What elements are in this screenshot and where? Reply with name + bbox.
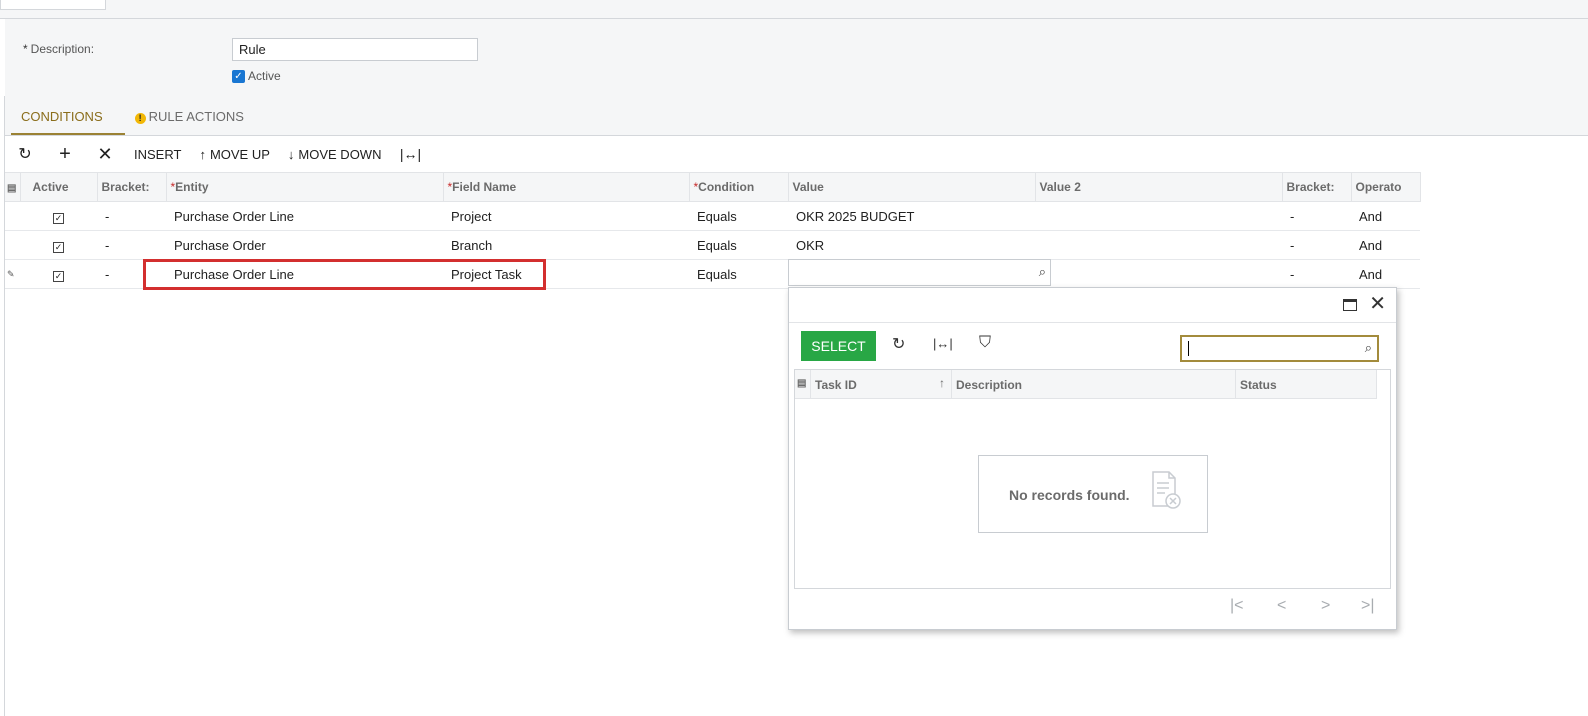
col-operator[interactable]: Operato: [1351, 172, 1421, 202]
value-cell[interactable]: OKR: [788, 230, 1035, 260]
value-lookup-input[interactable]: ⌕: [788, 259, 1051, 286]
active-cell[interactable]: ✓: [20, 230, 97, 260]
table-row[interactable]: ✓ - Purchase Order Line Project Equals O…: [5, 201, 1420, 231]
row-selector[interactable]: [5, 201, 20, 231]
arrow-down-icon: ↓: [287, 146, 295, 162]
tab-conditions[interactable]: CONDITIONS: [5, 96, 125, 136]
filter-icon[interactable]: ⛉: [979, 334, 991, 352]
empty-message: No records found.: [1009, 487, 1130, 503]
value-2-cell[interactable]: [1035, 201, 1282, 231]
entity-cell[interactable]: Purchase Order Line: [166, 201, 443, 231]
tab-rule-actions[interactable]: ! RULE ACTIONS: [119, 96, 260, 136]
operator-cell[interactable]: And: [1351, 259, 1420, 289]
active-checkbox[interactable]: ✓: [53, 241, 64, 253]
popup-search-input[interactable]: ⌕: [1180, 335, 1379, 362]
tab-divider: [5, 135, 1588, 136]
refresh-icon: ↻: [18, 146, 32, 163]
highlight-box: [143, 259, 546, 290]
arrow-up-icon: ↑: [199, 146, 206, 162]
condition-cell[interactable]: Equals: [689, 230, 788, 260]
value-2-cell[interactable]: [1035, 259, 1282, 289]
bracket-close-cell[interactable]: -: [1282, 201, 1351, 231]
active-checkbox[interactable]: ✓: [53, 270, 64, 282]
maximize-icon[interactable]: [1343, 299, 1357, 311]
grid-header-row: ▤ Active Bracket: *Entity *Field Name *C…: [5, 172, 1421, 202]
refresh-icon[interactable]: ↻: [892, 334, 905, 354]
bracket-open-cell[interactable]: -: [97, 230, 166, 260]
edit-pencil-icon: ✎: [7, 268, 15, 279]
row-selector[interactable]: [5, 230, 20, 260]
x-icon: ✕: [97, 143, 113, 164]
tab-bar: CONDITIONS ! RULE ACTIONS: [5, 96, 260, 136]
grid-toolbar: ↻ + ✕ INSERT ↑ MOVE UP ↓ MOVE DOWN |↔|: [5, 137, 430, 171]
description-label: * Description:: [23, 42, 95, 56]
last-page-icon[interactable]: >|: [1361, 597, 1375, 615]
operator-cell[interactable]: And: [1351, 230, 1420, 260]
active-cell[interactable]: ✓: [20, 259, 97, 289]
col-description[interactable]: Description: [952, 370, 1236, 399]
bracket-close-cell[interactable]: -: [1282, 259, 1351, 289]
popup-grid: ▤ Task ID ↑ Description Status No records…: [794, 369, 1391, 589]
search-icon[interactable]: ⌕: [1365, 340, 1372, 356]
col-bracket-close[interactable]: Bracket:: [1282, 172, 1352, 202]
entity-cell[interactable]: Purchase Order: [166, 230, 443, 260]
active-cell[interactable]: ✓: [20, 201, 97, 231]
search-icon[interactable]: ⌕: [1039, 264, 1046, 280]
close-icon[interactable]: ✕: [1369, 294, 1386, 314]
fit-columns-icon[interactable]: |↔|: [933, 336, 953, 351]
column-config-icon[interactable]: ▤: [795, 370, 811, 399]
condition-cell[interactable]: Equals: [689, 259, 788, 289]
move-down-button[interactable]: ↓ MOVE DOWN: [279, 137, 391, 171]
active-checkbox[interactable]: ✓: [232, 69, 245, 83]
col-active[interactable]: Active: [20, 172, 98, 202]
fit-columns-button[interactable]: |↔|: [390, 137, 430, 171]
plus-icon: +: [59, 142, 71, 165]
condition-cell[interactable]: Equals: [689, 201, 788, 231]
previous-page-icon[interactable]: <: [1277, 597, 1286, 615]
value-cell[interactable]: OKR 2025 BUDGET: [788, 201, 1035, 231]
bracket-close-cell[interactable]: -: [1282, 230, 1351, 260]
column-config-icon: ▤: [7, 183, 17, 194]
text-caret: [1188, 341, 1189, 356]
field-name-cell[interactable]: Branch: [443, 230, 689, 260]
table-row[interactable]: ✓ - Purchase Order Branch Equals OKR - A…: [5, 230, 1420, 260]
move-up-button[interactable]: ↑ MOVE UP: [190, 137, 278, 171]
active-checkbox-row[interactable]: ✓ Active: [232, 69, 281, 83]
refresh-button[interactable]: ↻: [5, 137, 45, 171]
fit-columns-icon: |↔|: [399, 146, 422, 162]
row-selector-header[interactable]: ▤: [5, 172, 21, 202]
col-value[interactable]: Value: [788, 172, 1036, 202]
col-status[interactable]: Status: [1236, 370, 1377, 399]
field-name-cell[interactable]: Project: [443, 201, 689, 231]
popup-grid-header: ▤ Task ID ↑ Description Status: [795, 370, 1377, 399]
empty-state: No records found.: [978, 455, 1208, 533]
popup-header: ✕: [789, 288, 1396, 323]
bracket-open-cell[interactable]: -: [97, 201, 166, 231]
insert-button[interactable]: INSERT: [125, 137, 190, 171]
col-condition[interactable]: *Condition: [689, 172, 789, 202]
operator-cell[interactable]: And: [1351, 201, 1420, 231]
col-value-2[interactable]: Value 2: [1035, 172, 1283, 202]
first-page-icon[interactable]: |<: [1230, 597, 1244, 615]
col-task-id[interactable]: Task ID ↑: [811, 370, 952, 399]
active-checkbox[interactable]: ✓: [53, 212, 64, 224]
top-tab-stub[interactable]: [0, 0, 106, 10]
col-field-name[interactable]: *Field Name: [443, 172, 690, 202]
col-bracket-open[interactable]: Bracket:: [97, 172, 167, 202]
lookup-popup: ✕ SELECT ↻ |↔| ⛉ ⌕ ▤ Task ID ↑ Descriptio…: [788, 287, 1397, 630]
next-page-icon[interactable]: >: [1321, 597, 1330, 615]
description-input[interactable]: Rule: [232, 38, 478, 61]
active-label: Active: [248, 69, 281, 83]
value-2-cell[interactable]: [1035, 230, 1282, 260]
top-bar: [0, 0, 1588, 19]
warning-icon: !: [134, 113, 146, 124]
delete-row-button[interactable]: ✕: [85, 137, 125, 171]
no-records-document-icon: [1152, 471, 1181, 509]
row-selector[interactable]: ✎: [5, 259, 20, 289]
select-button[interactable]: SELECT: [801, 331, 876, 361]
col-entity[interactable]: *Entity: [166, 172, 444, 202]
sort-asc-icon: ↑: [939, 376, 945, 390]
add-row-button[interactable]: +: [45, 137, 85, 171]
